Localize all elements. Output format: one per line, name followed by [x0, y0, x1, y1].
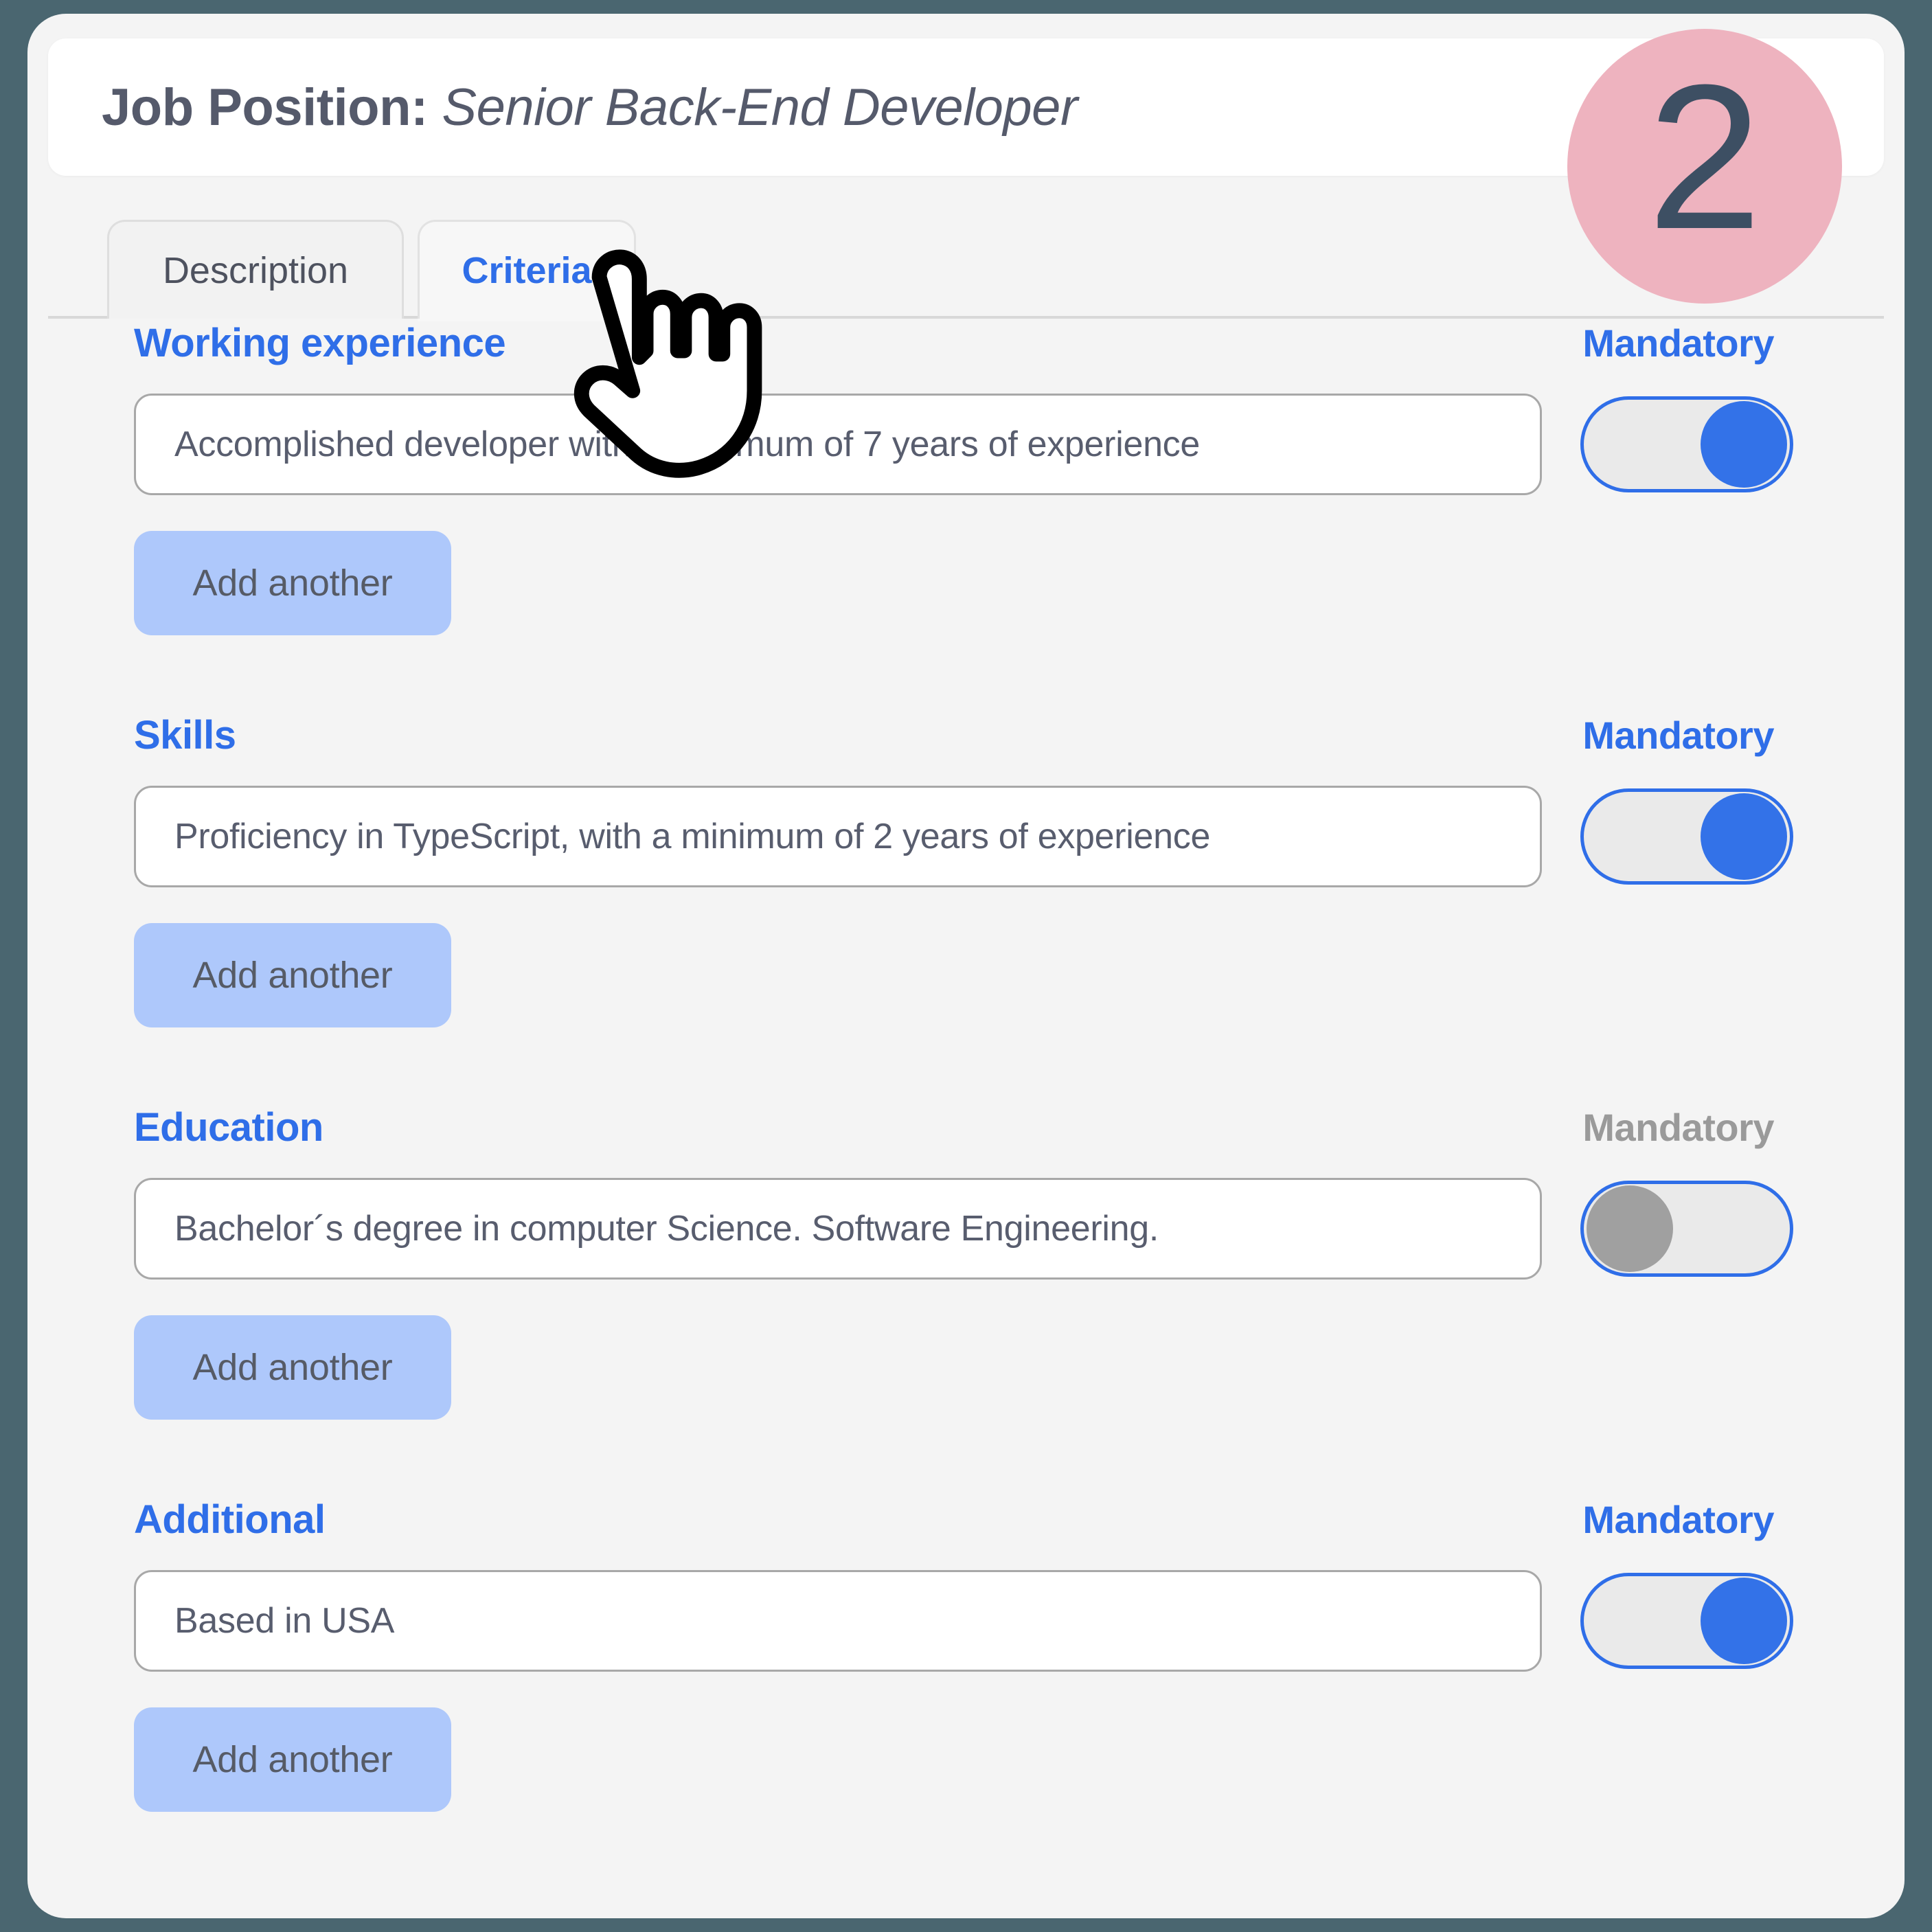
criteria-label-working-experience: Working experience	[134, 321, 506, 365]
add-another-label: Add another	[192, 1347, 393, 1388]
tab-description[interactable]: Description	[107, 220, 404, 319]
mandatory-label-working-experience: Mandatory	[1582, 321, 1774, 365]
criteria-group-additional: Additional Mandatory Based in USA Add an…	[27, 1497, 1905, 1812]
mandatory-toggle-skills[interactable]	[1580, 788, 1793, 885]
page-title-label: Job Position:	[102, 78, 428, 137]
toggle-knob	[1701, 1578, 1787, 1664]
mandatory-label-education: Mandatory	[1582, 1106, 1774, 1149]
tab-criteria-label: Criteria	[462, 249, 592, 291]
add-another-button-skills[interactable]: Add another	[134, 923, 451, 1027]
group-head: Education Mandatory	[134, 1104, 1863, 1150]
criteria-group-skills: Skills Mandatory Proficiency in TypeScri…	[27, 712, 1905, 1027]
tab-description-label: Description	[162, 249, 349, 291]
add-another-label: Add another	[192, 955, 393, 996]
criteria-label-additional: Additional	[134, 1497, 326, 1542]
mandatory-label-additional: Mandatory	[1582, 1498, 1774, 1541]
step-badge: 2	[1567, 29, 1842, 304]
step-badge-number: 2	[1647, 41, 1762, 272]
criteria-input-working-experience[interactable]: Accomplished developer with a minimum of…	[134, 394, 1542, 495]
group-row: Based in USA	[134, 1570, 1863, 1672]
toggle-knob	[1587, 1185, 1673, 1272]
group-head: Additional Mandatory	[134, 1497, 1863, 1543]
mandatory-toggle-working-experience[interactable]	[1580, 396, 1793, 492]
criteria-list: Working experience Mandatory Accomplishe…	[27, 320, 1905, 1889]
add-another-button-additional[interactable]: Add another	[134, 1707, 451, 1812]
add-another-button-education[interactable]: Add another	[134, 1315, 451, 1420]
mandatory-toggle-education[interactable]	[1580, 1181, 1793, 1277]
criteria-group-working-experience: Working experience Mandatory Accomplishe…	[27, 320, 1905, 635]
mandatory-toggle-additional[interactable]	[1580, 1573, 1793, 1669]
group-head: Skills Mandatory	[134, 712, 1863, 758]
toggle-knob	[1701, 401, 1787, 488]
page-title-value: Senior Back-End Developer	[427, 78, 1078, 137]
add-another-label: Add another	[192, 1739, 393, 1780]
criteria-input-education[interactable]: Bachelor´s degree in computer Science. S…	[134, 1178, 1542, 1280]
add-another-label: Add another	[192, 562, 393, 604]
group-row: Proficiency in TypeScript, with a minimu…	[134, 786, 1863, 887]
criteria-label-education: Education	[134, 1105, 323, 1150]
add-another-button-working-experience[interactable]: Add another	[134, 531, 451, 635]
group-head: Working experience Mandatory	[134, 320, 1863, 366]
page-title: Job Position: Senior Back-End Developer	[102, 78, 1078, 137]
app-window: Job Position: Senior Back-End Developer …	[27, 14, 1905, 1918]
criteria-input-skills[interactable]: Proficiency in TypeScript, with a minimu…	[134, 786, 1542, 887]
group-row: Accomplished developer with a minimum of…	[134, 394, 1863, 495]
criteria-label-skills: Skills	[134, 713, 236, 758]
tab-criteria[interactable]: Criteria	[418, 220, 636, 319]
mandatory-label-skills: Mandatory	[1582, 714, 1774, 757]
criteria-group-education: Education Mandatory Bachelor´s degree in…	[27, 1104, 1905, 1420]
toggle-knob	[1701, 793, 1787, 880]
group-row: Bachelor´s degree in computer Science. S…	[134, 1178, 1863, 1280]
criteria-input-additional[interactable]: Based in USA	[134, 1570, 1542, 1672]
